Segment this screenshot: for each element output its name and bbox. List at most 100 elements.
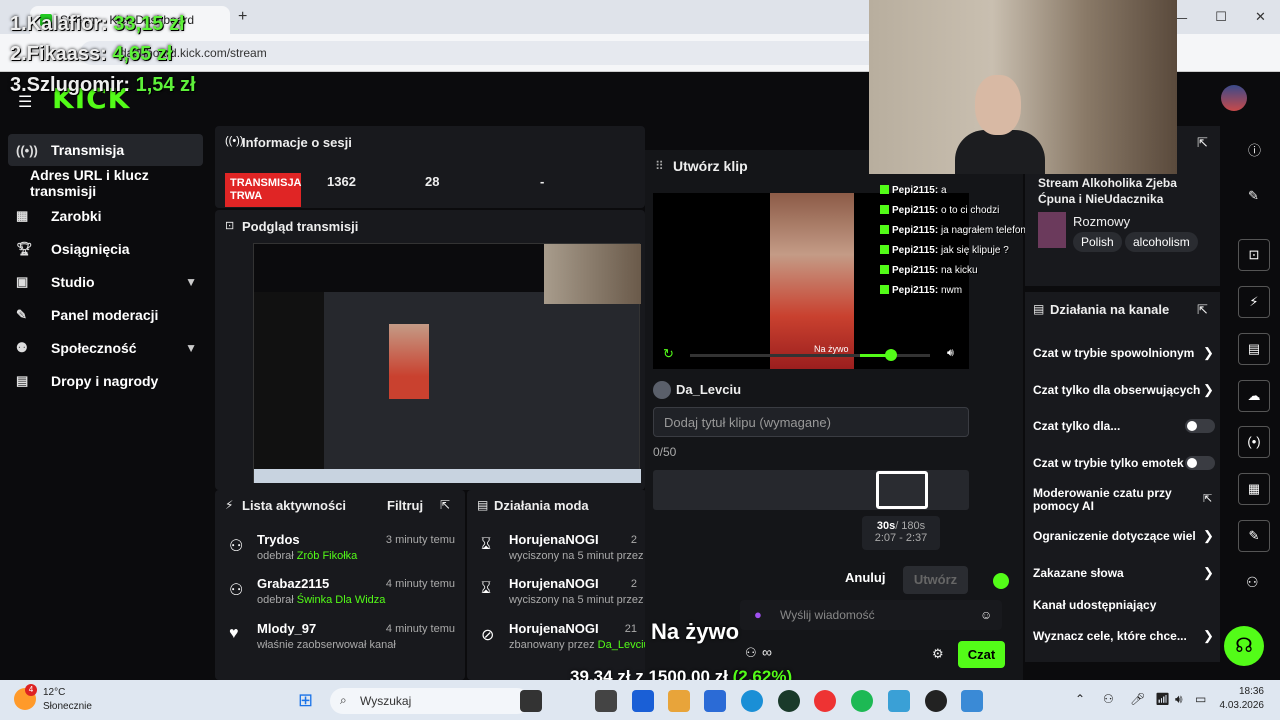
clock-time[interactable]: 18:36	[1228, 686, 1264, 697]
session-stat-followers: 28	[425, 174, 440, 189]
send-chat-button[interactable]: Czat	[958, 641, 1005, 668]
category-thumbnail[interactable]	[1038, 212, 1066, 248]
wrench-icon[interactable]: ✎	[1238, 520, 1270, 552]
sidebar-item-studio[interactable]: ▣ Studio ▼	[8, 266, 203, 298]
sidebar-item-spolecznosc[interactable]: ⚉ Społeczność ▼	[8, 332, 203, 364]
slow-mode-option[interactable]: Czat w trybie spowolnionym	[1033, 346, 1194, 360]
mod-action-user[interactable]: HorujenaNOGI	[509, 621, 599, 636]
followers-only-option[interactable]: Czat tylko dla obserwujących	[1033, 383, 1200, 397]
filter-button[interactable]: Filtruj	[387, 498, 423, 513]
taskbar-app-icon[interactable]	[632, 690, 654, 712]
popout-icon[interactable]: ⇱	[440, 498, 450, 512]
subscribers-only-toggle[interactable]	[1185, 419, 1215, 433]
avatar[interactable]	[1221, 85, 1247, 111]
taskbar-search[interactable]: Wyszukaj	[330, 688, 530, 714]
chevron-right-icon[interactable]: ❯	[1203, 628, 1214, 644]
edge-icon[interactable]	[741, 690, 763, 712]
create-clip-button[interactable]: Utwórz	[903, 566, 968, 594]
cancel-button[interactable]: Anuluj	[845, 570, 885, 585]
wifi-icon[interactable]: 📶︎	[1155, 692, 1170, 706]
taskbar-app-icon[interactable]	[595, 690, 617, 712]
hosting-channel-option[interactable]: Kanał udostępniający	[1033, 598, 1156, 612]
chevron-right-icon[interactable]: ❯	[1203, 565, 1214, 581]
volume-icon[interactable]: 🔊︎	[947, 347, 954, 360]
stream-tag[interactable]: alcoholism	[1125, 232, 1198, 252]
info-icon[interactable]: ⓘ	[1248, 140, 1261, 159]
obs-icon[interactable]	[925, 690, 947, 712]
stream-category[interactable]: Rozmowy	[1073, 214, 1130, 229]
chrome-icon[interactable]	[814, 690, 836, 712]
clock-date[interactable]: 4.03.2026	[1210, 700, 1265, 711]
taskbar-app-icon[interactable]	[888, 690, 910, 712]
drops-icon: ⚇	[229, 582, 244, 599]
popout-icon[interactable]: ⇱	[1197, 302, 1208, 318]
replay-icon[interactable]: ↻	[663, 346, 674, 362]
support-icon[interactable]: ☊	[1224, 626, 1264, 666]
stream-tag[interactable]: Polish	[1073, 232, 1122, 252]
maximize-icon[interactable]: ☐	[1215, 9, 1227, 25]
search-icon: ⌕	[340, 693, 347, 707]
sidebar-item-zarobki[interactable]: ▦ Zarobki	[8, 200, 203, 232]
clip-title-input[interactable]: Dodaj tytuł klipu (wymagane)	[653, 407, 969, 437]
clip-range-selector[interactable]	[876, 471, 928, 509]
mic-icon[interactable]: 🎤︎	[1130, 692, 1145, 706]
lightning-icon[interactable]: ⚡︎	[1238, 286, 1270, 318]
edit-icon[interactable]: ✎	[1248, 188, 1259, 204]
chat-input[interactable]: Wyślij wiadomość	[740, 600, 1002, 630]
clip-user: Da_Levciu	[676, 382, 742, 397]
taskbar-app-icon[interactable]	[704, 690, 726, 712]
sidebar-item-dropy[interactable]: ▤ Dropy i nagrody	[8, 365, 203, 397]
volume-slider-knob[interactable]	[885, 349, 897, 361]
drops-icon[interactable]: ⚇	[745, 645, 757, 661]
gear-icon[interactable]: ⚙	[932, 646, 944, 662]
emote-icon[interactable]	[993, 573, 1009, 589]
taskbar-app-icon[interactable]	[520, 690, 542, 712]
emoji-icon[interactable]: ☺	[980, 608, 992, 622]
message-limit-option[interactable]: Ograniczenie dotyczące wiel	[1033, 529, 1196, 543]
sidebar-item-label: Transmisja	[51, 142, 125, 158]
sidebar-item-panel-moderacji[interactable]: ✎ Panel moderacji	[8, 299, 203, 331]
volume-icon[interactable]: 🔊︎	[1175, 692, 1183, 707]
layout-icon[interactable]: ▦	[1238, 473, 1270, 505]
document-icon[interactable]: ▤	[1238, 333, 1270, 365]
banned-words-option[interactable]: Zakazane słowa	[1033, 566, 1124, 580]
heart-icon: ♥	[229, 625, 239, 642]
broadcast-icon[interactable]: (•)	[1238, 426, 1270, 458]
battery-icon[interactable]: ▭	[1195, 692, 1206, 706]
sidebar-item-osiagniecia[interactable]: 🏆︎ Osiągnięcia	[8, 233, 203, 265]
mic-icon[interactable]: ●	[754, 607, 762, 622]
taskbar-app-icon[interactable]	[961, 690, 983, 712]
sidebar-item-stream-key[interactable]: Adres URL i klucz transmisji	[8, 167, 203, 199]
goals-option[interactable]: Wyznacz cele, które chce...	[1033, 629, 1187, 643]
chevron-up-icon[interactable]: ⌃	[1075, 692, 1085, 706]
close-icon[interactable]: ✕	[1255, 9, 1266, 25]
popout-icon[interactable]: ⇱	[1197, 135, 1208, 151]
mod-action-user[interactable]: HorujenaNOGI	[509, 532, 599, 547]
ai-moderation-option[interactable]: Moderowanie czatu przy pomocy AI	[1033, 487, 1183, 513]
mod-action-time: 2	[630, 578, 637, 590]
chevron-right-icon[interactable]: ❯	[1203, 345, 1214, 361]
windows-start-icon[interactable]: ⊞	[298, 690, 313, 711]
chevron-down-icon: ▼	[185, 341, 197, 355]
drag-handle-icon[interactable]: ⠿	[655, 159, 664, 173]
new-tab-icon[interactable]: +	[238, 8, 247, 26]
stream-preview-image[interactable]	[253, 243, 641, 483]
external-link-icon[interactable]: ⇱	[1203, 492, 1212, 505]
chevron-right-icon[interactable]: ❯	[1203, 382, 1214, 398]
camera-icon[interactable]: ⊡	[1238, 239, 1270, 271]
taskbar-app-icon[interactable]	[778, 690, 800, 712]
list-item: ♥ Mlody_97 4 minuty temu właśnie zaobser…	[215, 617, 465, 661]
taskbar-app-icon[interactable]	[668, 690, 690, 712]
people-icon[interactable]: ⚇	[1103, 692, 1114, 706]
drops-icon[interactable]: ⚇	[1246, 574, 1259, 591]
activity-user[interactable]: Trydos	[257, 532, 300, 547]
activity-user[interactable]: Grabaz2115	[257, 576, 329, 591]
spotify-icon[interactable]	[851, 690, 873, 712]
chat-icon[interactable]: ☁︎	[1238, 380, 1270, 412]
sidebar-item-transmisja[interactable]: ((•)) Transmisja	[8, 134, 203, 166]
mod-action-user[interactable]: HorujenaNOGI	[509, 576, 599, 591]
sidebar-item-label: Osiągnięcia	[51, 241, 130, 257]
chevron-right-icon[interactable]: ❯	[1203, 528, 1214, 544]
activity-user[interactable]: Mlody_97	[257, 621, 316, 636]
emote-only-toggle[interactable]	[1185, 456, 1215, 470]
